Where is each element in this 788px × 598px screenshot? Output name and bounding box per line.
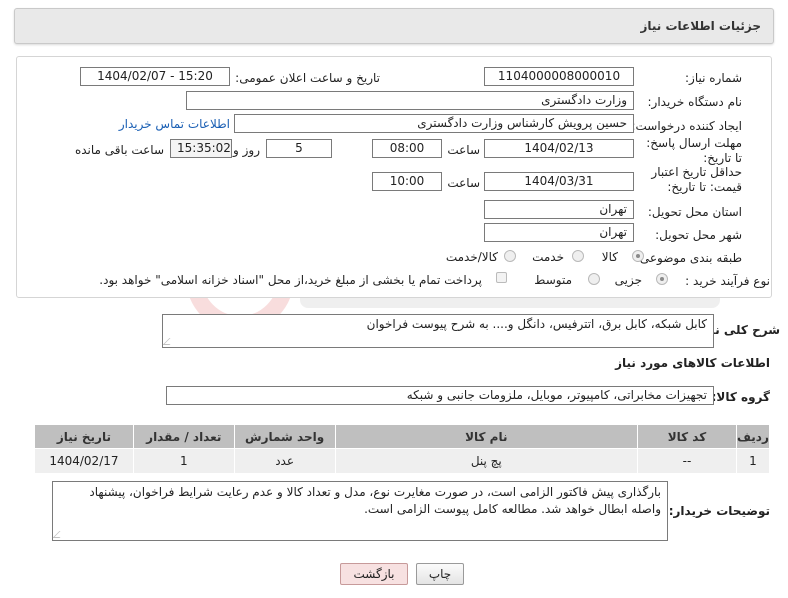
- category-radio-goods[interactable]: [632, 250, 644, 262]
- process-type-label: نوع فرآیند خرید :: [685, 274, 770, 288]
- resize-grip-icon[interactable]: [162, 338, 177, 345]
- buyer-notes-label: توضیحات خریدار:: [668, 504, 770, 518]
- goods-table: ردیف کد کالا نام کالا واحد شمارش تعداد /…: [34, 424, 771, 474]
- goods-group-label: گروه کالا:: [711, 390, 770, 404]
- announce-date-label: تاریخ و ساعت اعلان عمومی:: [235, 71, 380, 85]
- province-label: استان محل تحویل:: [647, 205, 742, 219]
- goods-section-title: اطلاعات کالاهای مورد نیاز: [615, 356, 770, 370]
- page-header: جزئیات اطلاعات نیاز: [14, 8, 774, 44]
- process-radio-partial[interactable]: [656, 273, 668, 285]
- announce-date-field[interactable]: 1404/02/07 - 15:20: [80, 67, 230, 86]
- column-header-row-number: ردیف: [735, 424, 771, 449]
- cell-need-date: 1404/02/17: [34, 448, 134, 474]
- remaining-time-field: 15:35:02: [170, 139, 232, 158]
- process-option-partial: جزیی: [614, 273, 642, 287]
- deadline-date-field[interactable]: 1404/02/13: [484, 139, 634, 158]
- category-option-goods-service: کالا/خدمت: [445, 250, 498, 264]
- column-header-item-name: نام کالا: [334, 424, 639, 449]
- deadline-time-label: ساعت: [447, 143, 480, 157]
- province-field[interactable]: تهران: [484, 200, 634, 219]
- buyer-notes-textarea[interactable]: بارگذاری پیش فاکتور الزامی است، در صورت …: [52, 481, 668, 541]
- goods-group-field[interactable]: تجهیزات مخابراتی، کامپیوتر، موبایل، ملزو…: [166, 386, 714, 405]
- city-label: شهر محل تحویل:: [655, 228, 742, 242]
- need-number-field[interactable]: 1104000008000010: [484, 67, 634, 86]
- category-radio-goods-service[interactable]: [504, 250, 516, 262]
- back-button[interactable]: بازگشت: [340, 563, 408, 585]
- column-header-need-date: تاریخ نیاز: [34, 424, 134, 449]
- buyer-org-label: نام دستگاه خریدار:: [647, 95, 743, 109]
- process-radio-medium[interactable]: [588, 273, 600, 285]
- category-option-service: خدمت: [532, 250, 564, 264]
- description-textarea[interactable]: کابل شبکه، کابل برق، اتترفیس، دانگل و...…: [162, 314, 714, 348]
- cell-row-number: 1: [735, 448, 771, 474]
- resize-grip-icon[interactable]: [52, 531, 67, 538]
- category-option-goods: کالا: [601, 250, 618, 264]
- cell-unit: عدد: [233, 448, 336, 474]
- city-field[interactable]: تهران: [484, 223, 634, 242]
- cell-item-name: پچ پنل: [334, 448, 639, 474]
- column-header-unit: واحد شمارش: [233, 424, 336, 449]
- buyer-contact-link[interactable]: اطلاعات تماس خریدار: [119, 117, 230, 131]
- page-title: جزئیات اطلاعات نیاز: [640, 19, 761, 33]
- category-radio-service[interactable]: [572, 250, 584, 262]
- process-option-medium: متوسط: [534, 273, 572, 287]
- price-validity-time-field[interactable]: 10:00: [372, 172, 442, 191]
- treasury-payment-note: پرداخت تمام یا بخشی از مبلغ خرید،از محل …: [99, 273, 482, 287]
- cell-item-code: --: [637, 448, 737, 474]
- creator-field[interactable]: حسین پرویش کارشناس وزارت دادگستری: [234, 114, 634, 133]
- remaining-time-label: ساعت باقی مانده: [74, 143, 164, 157]
- cell-quantity: 1: [132, 448, 235, 474]
- need-number-label: شماره نیاز:: [685, 71, 742, 85]
- description-text: کابل شبکه، کابل برق، اتترفیس، دانگل و...…: [366, 317, 707, 331]
- price-validity-date-field[interactable]: 1404/03/31: [484, 172, 634, 191]
- column-header-item-code: کد کالا: [637, 424, 737, 449]
- creator-label: ایجاد کننده درخواست:: [631, 119, 742, 133]
- buyer-notes-text: بارگذاری پیش فاکتور الزامی است، در صورت …: [89, 485, 661, 516]
- buyer-org-field[interactable]: وزارت دادگستری: [186, 91, 634, 110]
- treasury-payment-checkbox[interactable]: [496, 272, 507, 283]
- deadline-time-field[interactable]: 08:00: [372, 139, 442, 158]
- column-header-quantity: تعداد / مقدار: [132, 424, 235, 449]
- deadline-label: مهلت ارسال پاسخ: تا تاریخ:: [646, 136, 742, 165]
- goods-table-header: ردیف کد کالا نام کالا واحد شمارش تعداد /…: [34, 424, 771, 449]
- days-label: روز و: [233, 143, 260, 157]
- print-button[interactable]: چاپ: [416, 563, 464, 585]
- category-label: طبقه بندی موضوعی:: [635, 251, 742, 265]
- table-row: 1 -- پچ پنل عدد 1 1404/02/17: [34, 448, 771, 474]
- days-remaining-field[interactable]: 5: [266, 139, 332, 158]
- price-validity-time-label: ساعت: [447, 176, 480, 190]
- price-validity-label: حداقل تاریخ اعتبار قیمت: تا تاریخ:: [651, 165, 742, 194]
